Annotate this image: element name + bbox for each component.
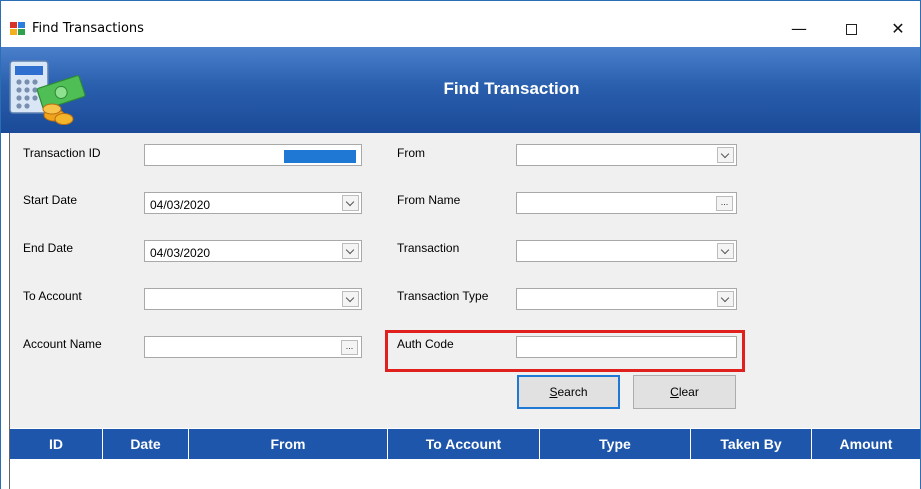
column-header-type[interactable]: Type <box>540 429 691 459</box>
minimize-button[interactable]: — <box>776 13 822 45</box>
column-header-taken-by[interactable]: Taken By <box>691 429 812 459</box>
chevron-down-icon[interactable] <box>717 243 734 259</box>
search-label: earch <box>557 385 588 399</box>
browse-button[interactable]: ... <box>716 196 733 211</box>
chevron-down-icon[interactable] <box>342 243 359 259</box>
window-left-edge <box>1 133 10 489</box>
close-icon: ✕ <box>891 19 905 38</box>
browse-button[interactable]: ... <box>341 340 358 355</box>
clear-button[interactable]: Clear <box>633 375 736 409</box>
to-account-label: To Account <box>23 289 82 303</box>
start-date-picker[interactable]: 04/03/2020 <box>144 192 362 214</box>
transaction-id-input[interactable] <box>144 144 362 166</box>
column-header-date[interactable]: Date <box>103 429 189 459</box>
chevron-down-icon[interactable] <box>717 147 734 163</box>
results-grid-body[interactable] <box>10 459 920 489</box>
chevron-down-icon[interactable] <box>342 291 359 307</box>
from-name-input[interactable]: ... <box>516 192 737 214</box>
start-date-value: 04/03/2020 <box>150 198 211 212</box>
column-header-from[interactable]: From <box>189 429 388 459</box>
chevron-down-icon[interactable] <box>342 195 359 211</box>
page-header: Find Transaction <box>1 47 920 133</box>
search-button[interactable]: Search <box>517 375 620 409</box>
start-date-label: Start Date <box>23 193 78 207</box>
text-selection <box>284 150 356 163</box>
window-title: Find Transactions <box>32 21 144 36</box>
column-header-amount[interactable]: Amount <box>812 429 920 459</box>
end-date-label: End Date <box>23 241 74 255</box>
app-icon <box>10 22 25 35</box>
find-transactions-window: Find Transactions — ✕ Find Transaction T… <box>0 0 921 489</box>
results-grid-header: ID Date From To Account Type Taken By Am… <box>10 429 920 459</box>
transaction-type-label: Transaction Type <box>397 289 489 303</box>
end-date-picker[interactable]: 04/03/2020 <box>144 240 362 262</box>
clear-label: lear <box>678 385 699 399</box>
from-label: From <box>397 146 425 160</box>
from-name-label: From Name <box>397 193 461 207</box>
maximize-icon <box>845 24 857 35</box>
clear-accesskey: C <box>670 385 679 399</box>
title-bar[interactable]: Find Transactions — ✕ <box>1 1 920 47</box>
chevron-down-icon[interactable] <box>717 291 734 307</box>
transaction-type-select[interactable] <box>516 288 737 310</box>
search-form <box>10 133 920 428</box>
to-account-select[interactable] <box>144 288 362 310</box>
account-name-label: Account Name <box>23 337 102 351</box>
minimize-icon: — <box>791 19 807 38</box>
transaction-label: Transaction <box>397 241 460 255</box>
auth-code-label: Auth Code <box>397 337 454 351</box>
account-name-input[interactable]: ... <box>144 336 362 358</box>
auth-code-input[interactable] <box>516 336 737 358</box>
end-date-value: 04/03/2020 <box>150 246 211 260</box>
column-header-id[interactable]: ID <box>10 429 103 459</box>
transaction-id-label: Transaction ID <box>23 146 101 160</box>
page-title: Find Transaction <box>443 79 580 98</box>
transaction-select[interactable] <box>516 240 737 262</box>
column-header-to-account[interactable]: To Account <box>388 429 540 459</box>
close-button[interactable]: ✕ <box>875 13 921 45</box>
maximize-button[interactable] <box>828 13 874 45</box>
from-select[interactable] <box>516 144 737 166</box>
